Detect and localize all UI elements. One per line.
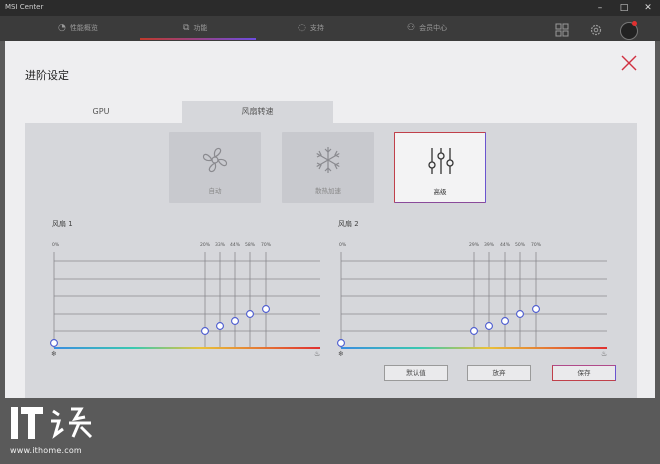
tab-gpu[interactable]: GPU <box>25 101 177 123</box>
fan2-point-label-2: 39% <box>484 242 495 248</box>
fan-icon <box>202 147 228 173</box>
tab-member-center[interactable]: ⚇ 会员中心 <box>407 22 447 35</box>
fan2-point-label-1: 29% <box>469 242 480 248</box>
fan1-point-4[interactable] <box>246 310 254 318</box>
fan2-title: 风扇 2 <box>338 220 359 228</box>
fan2-point-5[interactable] <box>532 305 540 313</box>
notification-dot <box>632 21 637 26</box>
mode-cooler-boost-label: 散热加速 <box>315 187 341 195</box>
ithome-logo <box>11 407 93 439</box>
fan1-point-1[interactable] <box>201 327 209 335</box>
tab-label: 性能概览 <box>69 24 98 32</box>
fan2-curve-graph: 0% 29% 39% 44% 50% 70% ❄ ♨ <box>337 242 607 358</box>
fan1-curve-graph: 0% 20% 33% 44% 58% 70% ❄ ♨ <box>50 242 320 358</box>
dialog-title: 进阶设定 <box>25 69 69 82</box>
external-link-icon: ⧉ <box>183 23 190 33</box>
person-icon: ⚇ <box>407 23 416 33</box>
advanced-settings-dialog: 进阶设定 GPU 风扇转速 自动 散热加速 高级 风扇 1 0% 20% 33%… <box>5 41 655 398</box>
title-bar: MSI Center – □ ✕ <box>0 0 660 16</box>
fan1-point-2[interactable] <box>216 322 224 330</box>
fan1-point-label-1: 20% <box>200 242 211 248</box>
fan1-curve[interactable]: 0% 20% 33% 44% 58% 70% ❄ ♨ <box>50 238 325 360</box>
fan1-title: 风扇 1 <box>52 220 73 228</box>
tab-label: 功能 <box>193 24 208 32</box>
fan1-point-label-5: 70% <box>261 242 272 248</box>
fan1-point-label-2: 33% <box>215 242 226 248</box>
flame-icon: ♨ <box>314 350 320 356</box>
default-button[interactable]: 默认值 <box>384 365 448 381</box>
window-title: MSI Center <box>5 3 44 11</box>
top-navigation: ◔ 性能概览 ⧉ 功能 ◌ 支持 ⚇ 会员中心 <box>0 16 660 41</box>
fan2-point-1[interactable] <box>470 327 478 335</box>
minimize-button[interactable]: – <box>588 1 612 15</box>
tab-fan-speed[interactable]: 风扇转速 <box>182 101 333 123</box>
mode-auto-card[interactable]: 自动 <box>169 132 261 203</box>
snowflake-icon: ❄ <box>51 350 57 356</box>
fan1-start-label: 0% <box>52 242 60 248</box>
snowflake-icon: ❄ <box>338 350 344 356</box>
tab-performance[interactable]: ◔ 性能概览 <box>58 22 98 35</box>
fan1-point-label-4: 58% <box>245 242 256 248</box>
fan2-point-2[interactable] <box>485 322 493 330</box>
fan2-point-3[interactable] <box>501 317 509 325</box>
fan1-point-0[interactable] <box>50 339 58 347</box>
fan2-point-4[interactable] <box>516 310 524 318</box>
mode-cooler-boost-card[interactable]: 散热加速 <box>282 132 374 203</box>
close-icon[interactable] <box>620 54 638 72</box>
active-tab-indicator <box>140 38 256 40</box>
fan2-start-label: 0% <box>339 242 347 248</box>
tab-support[interactable]: ◌ 支持 <box>298 22 324 35</box>
mode-advanced-card[interactable]: 高级 <box>394 132 486 203</box>
panel-tabs: GPU 风扇转速 <box>25 101 637 123</box>
maximize-button[interactable]: □ <box>612 1 636 15</box>
chat-icon: ◌ <box>298 23 306 33</box>
fan2-curve[interactable]: 0% 29% 39% 44% 50% 70% ❄ ♨ <box>337 238 612 360</box>
gauge-icon: ◔ <box>58 23 66 33</box>
fan1-point-5[interactable] <box>262 305 270 313</box>
fan1-point-3[interactable] <box>231 317 239 325</box>
tab-label: 支持 <box>309 24 324 32</box>
fan-speed-panel: 自动 散热加速 高级 风扇 1 0% 20% 33% 44% 58% 70% ❄… <box>25 123 637 398</box>
tab-label: 会员中心 <box>419 24 448 32</box>
sliders-icon <box>428 148 454 174</box>
mode-auto-label: 自动 <box>208 187 222 195</box>
fan1-point-label-3: 44% <box>230 242 241 248</box>
tab-features[interactable]: ⧉ 功能 <box>183 22 207 35</box>
fan2-point-label-4: 50% <box>515 242 526 248</box>
discard-button[interactable]: 放弃 <box>467 365 531 381</box>
fan2-point-0[interactable] <box>337 339 345 347</box>
gear-icon[interactable] <box>589 23 603 37</box>
flame-icon: ♨ <box>601 350 607 356</box>
close-window-button[interactable]: ✕ <box>636 1 660 15</box>
save-button[interactable]: 保存 <box>552 365 616 381</box>
watermark-url: www.ithome.com <box>10 446 82 455</box>
grid-icon[interactable] <box>555 23 569 37</box>
fan2-point-label-3: 44% <box>500 242 511 248</box>
mode-advanced-label: 高级 <box>433 188 447 196</box>
snowflake-icon <box>316 147 340 173</box>
fan2-point-label-5: 70% <box>531 242 542 248</box>
